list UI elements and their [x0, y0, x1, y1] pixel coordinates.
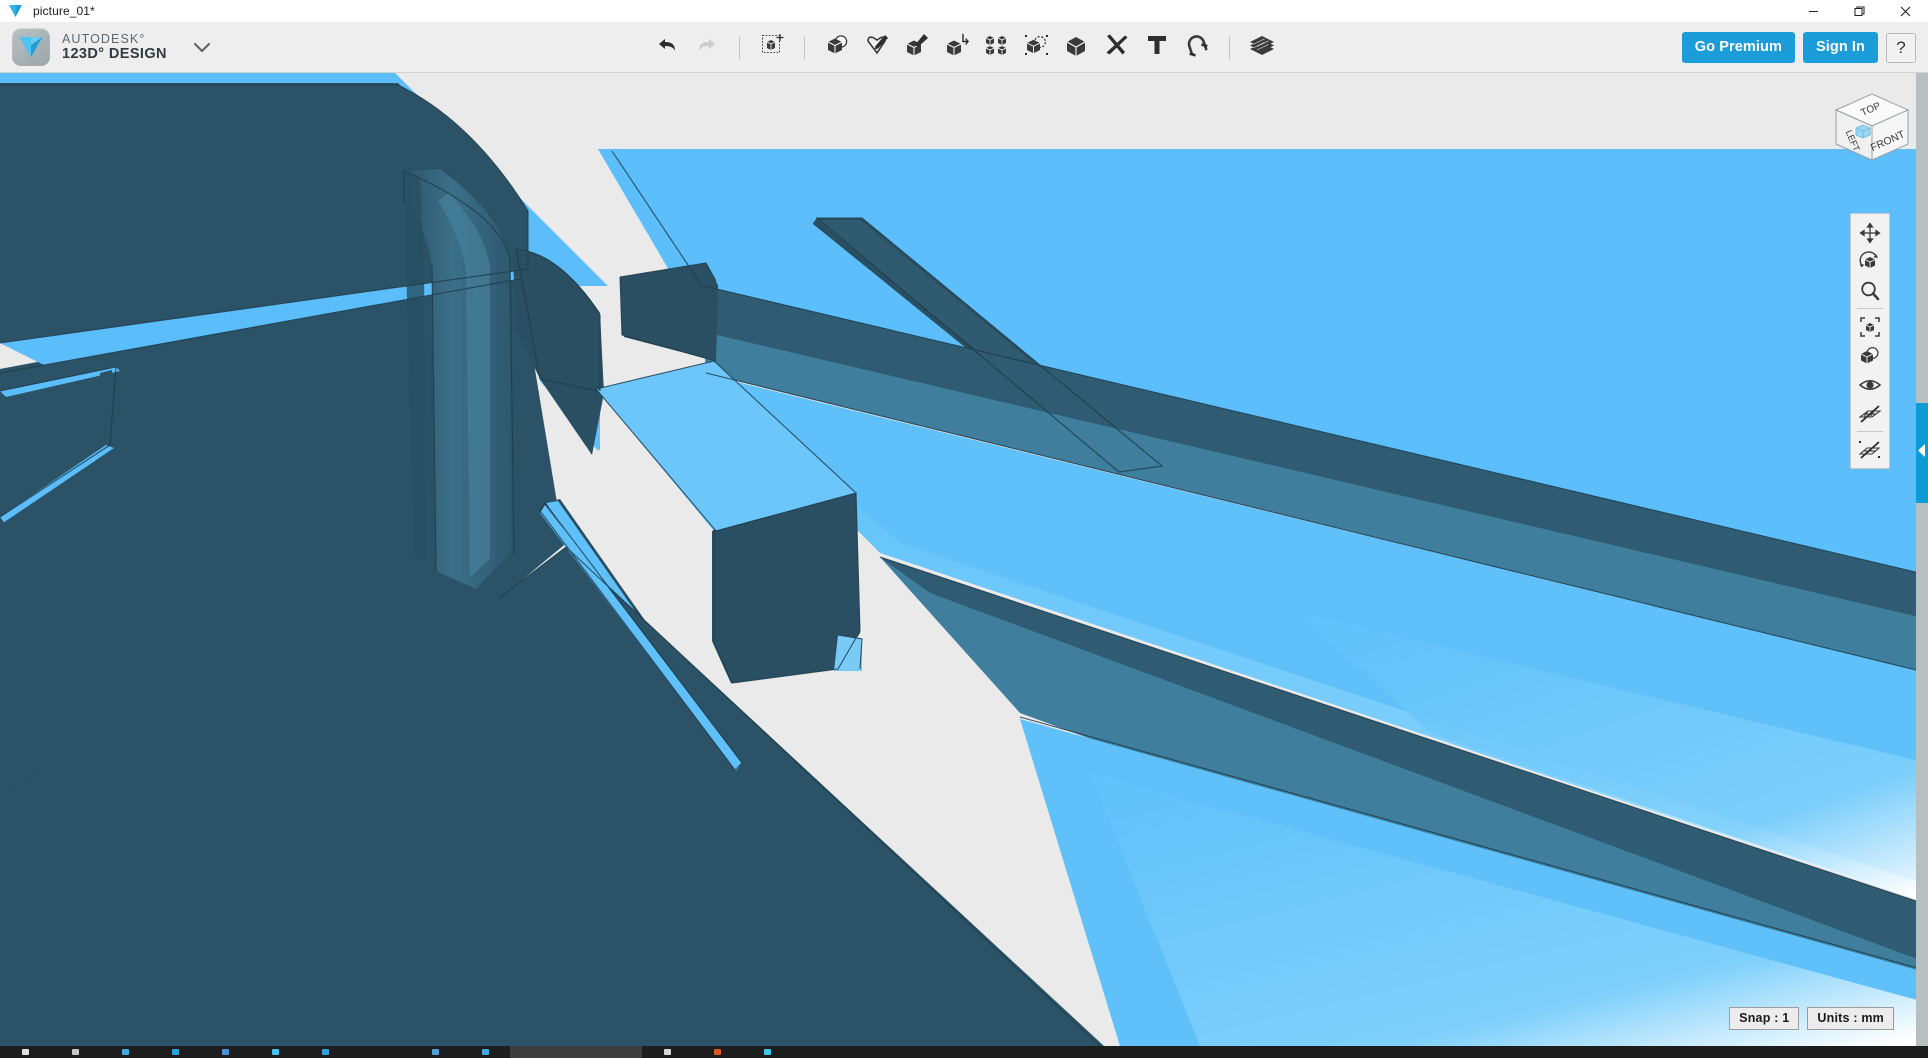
magnifier-icon [1859, 280, 1881, 302]
view-cube[interactable]: TOP FRONT LEFT [1822, 80, 1918, 168]
fit-button[interactable] [1854, 312, 1886, 341]
combine-cube-icon [1064, 33, 1090, 62]
taskbar-item[interactable] [150, 1046, 200, 1058]
orbit-cube-icon [1858, 251, 1882, 273]
brand-line-autodesk: AUTODESK° [62, 32, 167, 46]
visibility-button[interactable] [1854, 370, 1886, 399]
close-button[interactable] [1882, 0, 1928, 22]
pattern-button[interactable] [980, 31, 1014, 65]
grouping-button[interactable] [1020, 31, 1054, 65]
app-logo-icon [12, 28, 50, 66]
navbar-divider [1857, 308, 1883, 309]
right-panel-track [1916, 73, 1928, 1046]
taskbar-item[interactable] [460, 1046, 510, 1058]
grid-hidden-icon [1858, 403, 1882, 425]
window-controls [1790, 0, 1928, 22]
display-mode-button[interactable] [1854, 341, 1886, 370]
undo-arrow-icon [656, 36, 678, 59]
model-viewport[interactable]: TOP FRONT LEFT [0, 73, 1928, 1046]
taskbar-item[interactable] [250, 1046, 300, 1058]
primitives-button[interactable] [820, 31, 854, 65]
sign-in-button[interactable]: Sign In [1803, 32, 1878, 63]
transform-cube-icon [759, 32, 785, 63]
taskbar-item[interactable] [50, 1046, 100, 1058]
model-render [0, 73, 1928, 1046]
brand-line-product: 123D° DESIGN [62, 46, 167, 62]
help-button[interactable]: ? [1886, 33, 1916, 63]
text-button[interactable] [1140, 31, 1174, 65]
orbit-button[interactable] [1854, 247, 1886, 276]
modify-button[interactable] [940, 31, 974, 65]
taskbar-item[interactable] [100, 1046, 150, 1058]
os-taskbar[interactable] [0, 1046, 1928, 1058]
measure-tools-icon [1104, 33, 1130, 62]
zoom-button[interactable] [1854, 276, 1886, 305]
pan-button[interactable] [1854, 218, 1886, 247]
taskbar-active-window[interactable] [510, 1046, 642, 1058]
primitives-cube-icon [824, 33, 850, 62]
taskbar-item[interactable] [200, 1046, 250, 1058]
grouping-cube-icon [1024, 33, 1050, 62]
navigation-toolbar [1850, 213, 1890, 469]
material-button[interactable] [1245, 31, 1279, 65]
snap-grid-icon [1858, 439, 1882, 461]
pan-arrows-icon [1859, 222, 1881, 244]
sketch-pencil-icon [864, 33, 890, 62]
autodesk-logo-icon [6, 2, 24, 20]
redo-arrow-icon [696, 36, 718, 59]
expand-right-panel-button[interactable] [1916, 403, 1928, 503]
home-cube-icon [1856, 125, 1870, 138]
transform-button[interactable] [755, 31, 789, 65]
tool-buttons-row [0, 22, 1928, 73]
sketch-button[interactable] [860, 31, 894, 65]
taskbar-item[interactable] [410, 1046, 460, 1058]
redo-button[interactable] [690, 31, 724, 65]
construct-cube-icon [904, 33, 930, 62]
go-premium-button[interactable]: Go Premium [1682, 32, 1795, 63]
units-status[interactable]: Units : mm [1807, 1007, 1894, 1030]
toolbar-separator [739, 36, 740, 60]
toolbar-separator [1229, 36, 1230, 60]
taskbar-item[interactable] [742, 1046, 792, 1058]
brand-text: AUTODESK° 123D° DESIGN [62, 32, 167, 62]
chevron-down-icon[interactable] [193, 42, 211, 53]
snap-button[interactable] [1180, 31, 1214, 65]
eye-visibility-icon [1858, 376, 1882, 394]
taskbar-item[interactable] [692, 1046, 742, 1058]
construct-button[interactable] [900, 31, 934, 65]
undo-button[interactable] [650, 31, 684, 65]
fit-to-view-icon [1859, 316, 1881, 338]
modify-cube-icon [944, 33, 970, 62]
combine-button[interactable] [1060, 31, 1094, 65]
chevron-left-icon [1918, 444, 1926, 462]
account-actions: Go Premium Sign In ? [1682, 22, 1916, 73]
hide-grid-button[interactable] [1854, 399, 1886, 428]
status-bar: Snap : 1 Units : mm [1729, 1007, 1894, 1030]
toolbar-separator [804, 36, 805, 60]
application-toolbar: AUTODESK° 123D° DESIGN [0, 22, 1928, 73]
navbar-divider [1857, 431, 1883, 432]
material-layers-icon [1248, 33, 1276, 62]
snap-status[interactable]: Snap : 1 [1729, 1007, 1799, 1030]
text-t-icon [1146, 33, 1168, 62]
maximize-button[interactable] [1836, 0, 1882, 22]
taskbar-item[interactable] [300, 1046, 350, 1058]
brand-block[interactable]: AUTODESK° 123D° DESIGN [12, 28, 211, 66]
window-titlebar: picture_01* [0, 0, 1928, 22]
minimize-button[interactable] [1790, 0, 1836, 22]
measure-button[interactable] [1100, 31, 1134, 65]
pattern-grid-icon [984, 33, 1010, 62]
snap-grid-button[interactable] [1854, 435, 1886, 464]
display-mode-cube-icon [1858, 345, 1882, 367]
window-title: picture_01* [33, 4, 95, 18]
taskbar-item[interactable] [642, 1046, 692, 1058]
snap-magnet-icon [1184, 33, 1210, 62]
taskbar-item[interactable] [0, 1046, 50, 1058]
